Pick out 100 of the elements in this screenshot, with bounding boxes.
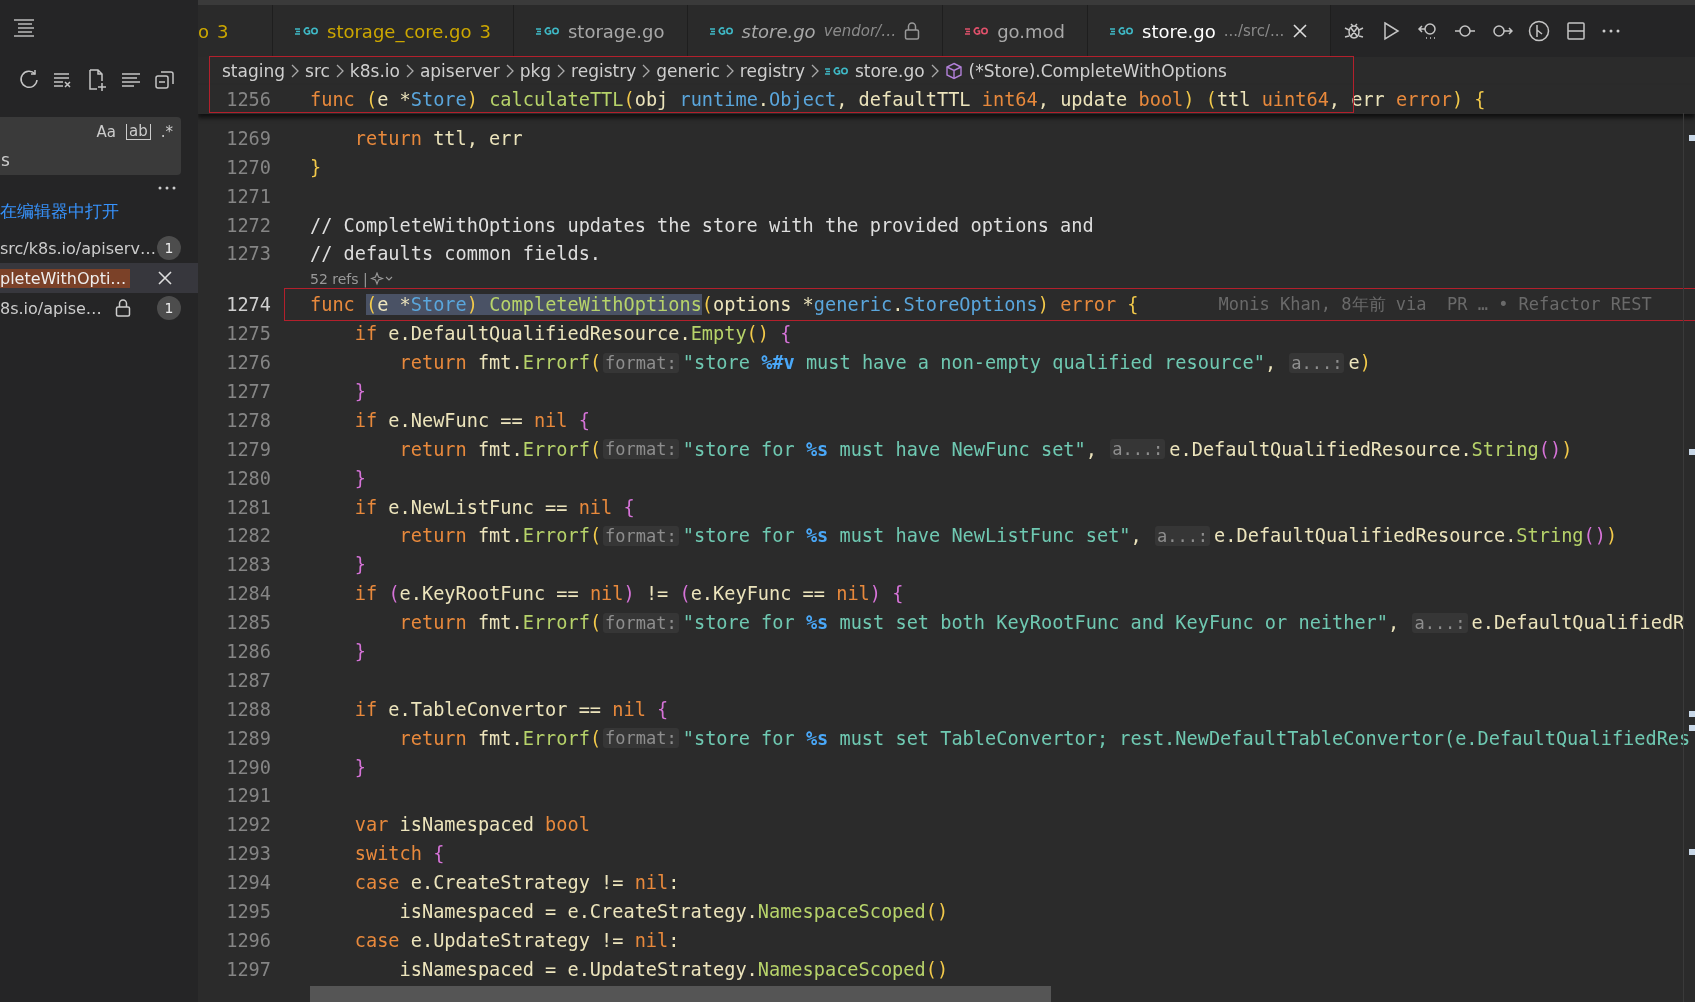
horizontal-scrollbar[interactable] <box>310 986 1051 1002</box>
tab-path: .../src/... <box>1223 22 1285 40</box>
breadcrumb-item[interactable]: (*Store).CompleteWithOptions <box>968 61 1227 81</box>
code-line: return fmt.Errorf( format: "store %#v must have a non-empty qualified resource", a...: e) <box>398 351 1371 376</box>
references-codelens[interactable]: 52 refs | <box>310 271 368 288</box>
chevron-right-icon <box>725 64 734 78</box>
code-line: if e.NewListFunc == nil { <box>353 495 635 520</box>
line-number: 1282 <box>225 525 271 547</box>
search-result-row[interactable]: src/k8s.io/apiserv… 1 <box>0 233 198 263</box>
line-number: 1295 <box>225 901 271 922</box>
code-line: return fmt.Errorf( format: "store for %s must set TableConvertor; rest.NewDefaultTableConvertor(e.DefaultQualifiedRes <box>398 726 1691 751</box>
line-number: 1272 <box>225 214 271 236</box>
line-number: 1270 <box>225 156 271 178</box>
line-number: 1294 <box>225 872 271 894</box>
result-text: 8s.io/apise… <box>0 298 102 318</box>
tab-title: store.go <box>1142 20 1216 42</box>
more-icon[interactable] <box>158 186 176 190</box>
code-line: switch { <box>353 842 445 867</box>
search-result-row[interactable]: pleteWithOpti… <box>0 263 198 293</box>
line-number: 1275 <box>225 323 271 345</box>
branch-circle-icon[interactable] <box>1528 20 1551 42</box>
editor-tab[interactable]: storage.go <box>514 5 688 57</box>
line-number: 1292 <box>225 814 271 836</box>
code-line: } <box>353 755 366 780</box>
problem-count: 3 <box>217 20 229 42</box>
breadcrumb-item[interactable]: staging <box>222 61 286 81</box>
code-line: isNamespaced = e.CreateStrategy.NamespaceScoped() <box>398 900 949 924</box>
line-number: 1287 <box>225 669 271 691</box>
problem-count: 3 <box>479 20 491 42</box>
editor-tab[interactable]: o 3 <box>198 5 273 57</box>
line-number: 1256 <box>225 88 271 110</box>
code-line: case e.CreateStrategy != nil: <box>353 871 680 896</box>
code-line: return fmt.Errorf( format: "store for %s must have NewFunc set", a...: e.DefaultQualifiedResource.String()) <box>398 437 1573 462</box>
search-field[interactable]: Aa ab .* s <box>0 117 181 175</box>
line-number: 1296 <box>225 929 271 951</box>
editor-tab[interactable]: storage_core.go 3 <box>273 5 514 57</box>
code-line: if e.TableConvertor == nil { <box>353 697 669 722</box>
breadcrumb-item[interactable]: apiserver <box>419 61 500 81</box>
chevron-right-icon <box>811 64 819 78</box>
line-number: 1273 <box>225 243 271 265</box>
cube-icon <box>944 62 963 80</box>
code-line: } <box>310 155 322 180</box>
code-line: } <box>353 639 366 664</box>
more-icon[interactable] <box>1602 29 1621 33</box>
chevron-right-icon <box>642 64 651 78</box>
search-option-toggle[interactable]: Aa <box>96 123 116 141</box>
blame-annotation: Monis Khan, 8年前 via PR … • Refactor REST <box>1218 293 1652 317</box>
code-line: isNamespaced = e.UpdateStrategy.NamespaceScoped() <box>398 957 949 982</box>
go-file-icon <box>825 65 849 77</box>
breadcrumb-item[interactable]: pkg <box>519 61 552 81</box>
chevron-right-icon <box>557 64 566 78</box>
editor-tab[interactable]: store.go vendor/… <box>687 5 944 57</box>
tab-title: go.mod <box>997 20 1065 42</box>
refresh-icon[interactable] <box>18 69 40 91</box>
breadcrumb-item[interactable]: registry <box>571 61 637 81</box>
line-number: 1286 <box>225 640 271 662</box>
line-number: 1278 <box>225 409 271 431</box>
search-option-toggle[interactable]: ab <box>126 124 151 140</box>
breadcrumb-item[interactable]: store.go <box>855 61 925 81</box>
code-line: if e.NewFunc == nil { <box>353 408 590 433</box>
code-line: case e.UpdateStrategy != nil: <box>353 928 680 953</box>
tab-title: store.go <box>741 20 816 42</box>
sparkle-icon[interactable] <box>369 272 394 287</box>
open-in-editor-link[interactable]: 在编辑器中打开 <box>0 197 119 225</box>
search-option-toggle[interactable]: .* <box>160 123 173 141</box>
breadcrumb-item[interactable]: k8s.io <box>349 61 400 81</box>
chevron-right-icon <box>291 64 300 78</box>
line-number: 1285 <box>225 612 271 634</box>
code-line: // CompleteWithOptions updates the store with the provided options and <box>310 213 1094 238</box>
code-line: var isNamespaced bool <box>353 813 590 838</box>
code-line: } <box>353 553 366 578</box>
line-number: 1276 <box>225 352 271 374</box>
code-line: // defaults common fields. <box>310 242 602 267</box>
breadcrumb-item[interactable]: registry <box>739 61 805 81</box>
line-number: 1290 <box>225 756 271 778</box>
line-number: 1281 <box>225 496 271 518</box>
chevron-right-icon <box>930 64 939 78</box>
code-line: return ttl, err <box>353 126 523 151</box>
code-line: return fmt.Errorf( format: "store for %s must set both KeyRootFunc and KeyFunc or neither", a...: e.DefaultQualifiedR <box>398 611 1685 636</box>
search-result-row[interactable]: 8s.io/apise… 1 <box>0 293 198 323</box>
code-line: } <box>353 466 366 491</box>
tab-title: storage.go <box>568 20 665 42</box>
split-editor-icon[interactable] <box>1565 20 1588 42</box>
breadcrumb-item[interactable]: src <box>305 61 330 81</box>
close-icon[interactable] <box>157 270 173 286</box>
editor-tab[interactable]: go.mod <box>943 5 1088 57</box>
editor-tab[interactable]: store.go .../src/... <box>1088 5 1332 57</box>
collapse-all-icon[interactable] <box>154 69 176 91</box>
line-number: 1293 <box>225 843 271 865</box>
list-icon[interactable] <box>12 17 36 40</box>
bug-icon[interactable] <box>1343 20 1366 42</box>
line-number: 1269 <box>225 127 271 149</box>
breadcrumb-item[interactable]: generic <box>656 61 720 81</box>
count-badge: 1 <box>157 296 181 320</box>
code-line: if e.DefaultQualifiedResource.Empty() { <box>353 322 792 347</box>
line-number: 1277 <box>225 380 271 402</box>
code-line: } <box>353 379 366 404</box>
new-file-icon[interactable] <box>86 69 108 91</box>
close-icon[interactable] <box>1292 23 1309 39</box>
line-number: 1279 <box>225 438 271 460</box>
